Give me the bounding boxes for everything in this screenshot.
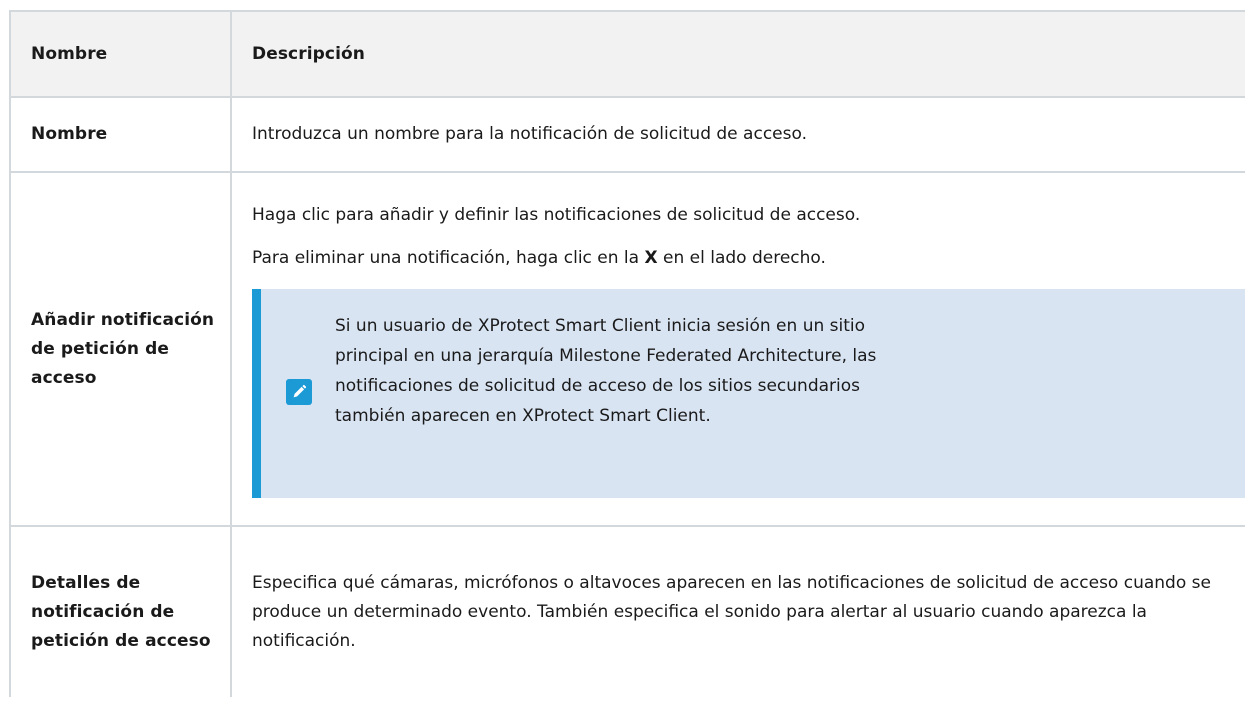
row-name-cell: Detalles de notificación de petición de … (9, 525, 232, 697)
column-header-description: Descripción (230, 10, 1245, 98)
paragraph-text: en el lado derecho. (657, 247, 826, 268)
note-callout: Si un usuario de XProtect Smart Client i… (252, 288, 1245, 498)
column-header-name: Nombre (9, 10, 232, 98)
table-row: Nombre Introduzca un nombre para la noti… (9, 96, 1245, 173)
table-header-row: Nombre Descripción (9, 10, 1245, 98)
pencil-note-icon (286, 378, 312, 405)
row-description-cell: Introduzca un nombre para la notificació… (230, 96, 1245, 173)
settings-table: Nombre Descripción Nombre Introduzca un … (9, 10, 1245, 697)
row-description-cell: Especifica qué cámaras, micrófonos o alt… (230, 525, 1245, 697)
row-description-cell: Haga clic para añadir y definir las noti… (230, 171, 1245, 527)
row-name-cell: Añadir notificación de petición de acces… (9, 171, 232, 527)
description-paragraph: Haga clic para añadir y definir las noti… (252, 204, 861, 225)
table-row: Detalles de notificación de petición de … (9, 525, 1245, 697)
paragraph-text: Para eliminar una notificación, haga cli… (252, 247, 645, 268)
row-name-cell: Nombre (9, 96, 232, 173)
bold-x-label: X (644, 247, 658, 268)
table-row: Añadir notificación de petición de acces… (9, 171, 1245, 527)
description-paragraph: Para eliminar una notificación, haga cli… (252, 244, 1240, 273)
note-text: Si un usuario de XProtect Smart Client i… (335, 315, 877, 426)
